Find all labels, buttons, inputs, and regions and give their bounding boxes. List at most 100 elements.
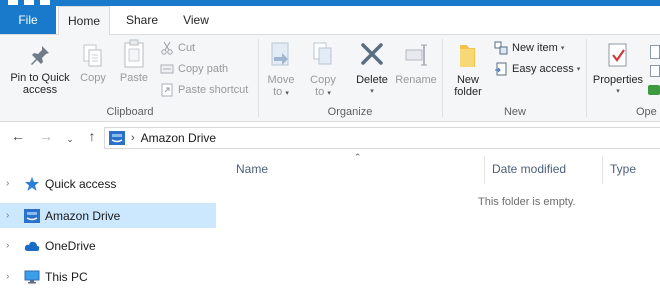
tab-view[interactable]: View (172, 6, 220, 34)
chevron-down-icon: ▾ (576, 66, 581, 73)
column-header-date-modified[interactable]: Date modified (492, 162, 566, 176)
edit-icon[interactable] (650, 65, 660, 77)
file-list-pane: ⌃ Name Date modified Type This folder is… (216, 152, 660, 300)
nav-item-amazon-drive[interactable]: › Amazon Drive (0, 203, 216, 228)
ribbon: Pin to Quick access Copy Paste Cut Copy … (0, 34, 660, 122)
nav-label: This PC (45, 269, 88, 284)
cloud-icon (24, 241, 40, 251)
properties-quick-icon[interactable] (24, 0, 34, 5)
star-icon (25, 176, 39, 191)
copy-path-button[interactable]: Copy path (160, 63, 228, 75)
paste-shortcut-button[interactable]: Paste shortcut (160, 83, 248, 97)
amazon-drive-icon (109, 131, 125, 145)
recent-locations-chevron-icon[interactable]: ⌄ (62, 132, 78, 146)
properties-label: Properties (592, 74, 644, 86)
cut-button[interactable]: Cut (160, 41, 195, 55)
paste-label: Paste (119, 72, 149, 84)
ribbon-tab-row: File Home Share View (0, 6, 660, 35)
paste-shortcut-icon (161, 83, 173, 97)
monitor-icon (24, 270, 40, 283)
history-icon[interactable] (648, 85, 660, 95)
group-divider (586, 39, 587, 117)
folder-icon (460, 45, 475, 67)
delete-label: Delete (356, 74, 388, 86)
address-bar-row: ← → ⌄ ↑ › Amazon Drive (0, 122, 660, 152)
open-group-label: Ope (636, 106, 657, 118)
nav-item-onedrive[interactable]: › OneDrive (0, 233, 216, 258)
clipboard-group-label: Clipboard (106, 106, 154, 118)
forward-arrow-icon[interactable]: → (38, 129, 54, 143)
copy-icon (83, 44, 102, 67)
easy-access-label: Easy access (512, 63, 574, 75)
expand-chevron-icon[interactable]: › (6, 271, 16, 282)
chevron-down-icon: ▾ (285, 90, 289, 97)
pin-label-line1: Pin to Quick (10, 72, 70, 84)
properties-button[interactable]: Properties ▾ (590, 41, 646, 98)
new-folder-quick-icon[interactable] (40, 0, 50, 5)
easy-access-button[interactable]: Easy access ▾ (494, 62, 580, 76)
rename-icon (405, 44, 427, 66)
tab-home[interactable]: Home (58, 6, 110, 35)
copy-button[interactable]: Copy (78, 43, 108, 84)
navigation-pane: › Quick access › Amazon Drive › OneDrive… (0, 152, 216, 300)
empty-folder-message: This folder is empty. (478, 196, 576, 208)
properties-checkmark-icon (608, 43, 627, 67)
expand-chevron-icon[interactable]: › (6, 178, 16, 189)
move-to-label-line2-text: to (273, 86, 283, 98)
move-to-icon (271, 42, 289, 66)
quick-access-toolbar-icon[interactable] (8, 0, 18, 5)
clipboard-icon (124, 39, 144, 68)
nav-item-this-pc[interactable]: › This PC (0, 264, 216, 289)
new-item-icon (494, 41, 508, 55)
breadcrumb-amazon-drive[interactable]: Amazon Drive (141, 131, 216, 145)
delete-x-icon (361, 43, 383, 65)
chevron-down-icon: ▾ (327, 90, 331, 97)
address-bar[interactable]: › Amazon Drive (104, 127, 660, 149)
chevron-down-icon: ▾ (616, 88, 620, 95)
tab-share[interactable]: Share (118, 6, 166, 34)
copy-to-label-line2: to ▾ (304, 86, 342, 100)
group-divider (258, 39, 259, 117)
nav-label: OneDrive (45, 238, 96, 253)
organize-group-label: Organize (327, 106, 373, 118)
pin-to-quick-access-button[interactable]: Pin to Quick access (4, 43, 76, 96)
column-divider[interactable] (484, 156, 485, 184)
up-arrow-icon[interactable]: ↑ (84, 129, 100, 143)
delete-button[interactable]: Delete ▾ (352, 41, 392, 98)
pin-icon (31, 46, 49, 65)
nav-item-quick-access[interactable]: › Quick access (0, 171, 216, 196)
column-divider[interactable] (602, 156, 603, 184)
nav-label: Quick access (45, 176, 117, 191)
expand-chevron-icon[interactable]: › (6, 240, 16, 251)
copy-path-label: Copy path (178, 63, 229, 75)
column-header-name[interactable]: Name (236, 162, 268, 176)
column-header-type[interactable]: Type (610, 162, 636, 176)
cut-label: Cut (178, 42, 196, 54)
amazon-drive-icon (24, 208, 40, 223)
new-folder-label-line1: New (456, 74, 479, 86)
new-group-label: New (503, 106, 526, 118)
scissors-icon (161, 41, 173, 55)
open-icon[interactable] (650, 45, 660, 59)
move-to-label-line2: to ▾ (262, 86, 300, 100)
expand-chevron-icon[interactable]: › (6, 210, 16, 221)
new-folder-label-line2: folder (454, 86, 482, 98)
move-to-label-line1: Move (267, 74, 295, 86)
copy-to-button[interactable]: Copy to ▾ (304, 41, 342, 100)
breadcrumb-separator-icon[interactable]: › (131, 132, 135, 144)
move-to-button[interactable]: Move to ▾ (262, 41, 300, 100)
tab-file[interactable]: File (0, 6, 56, 34)
rename-button[interactable]: Rename (394, 41, 438, 86)
easy-access-icon (495, 62, 507, 76)
pin-label-line2: access (22, 84, 58, 96)
chevron-down-icon: ▾ (560, 45, 565, 52)
back-arrow-icon[interactable]: ← (10, 129, 26, 143)
new-item-label: New item (512, 42, 558, 54)
nav-label: Amazon Drive (45, 208, 121, 223)
copy-path-icon (160, 64, 174, 74)
group-divider (442, 39, 443, 117)
paste-button[interactable]: Paste (116, 39, 152, 84)
new-item-button[interactable]: New item ▾ (494, 41, 564, 55)
new-folder-button[interactable]: New folder (448, 41, 488, 98)
chevron-down-icon: ▾ (370, 88, 374, 95)
